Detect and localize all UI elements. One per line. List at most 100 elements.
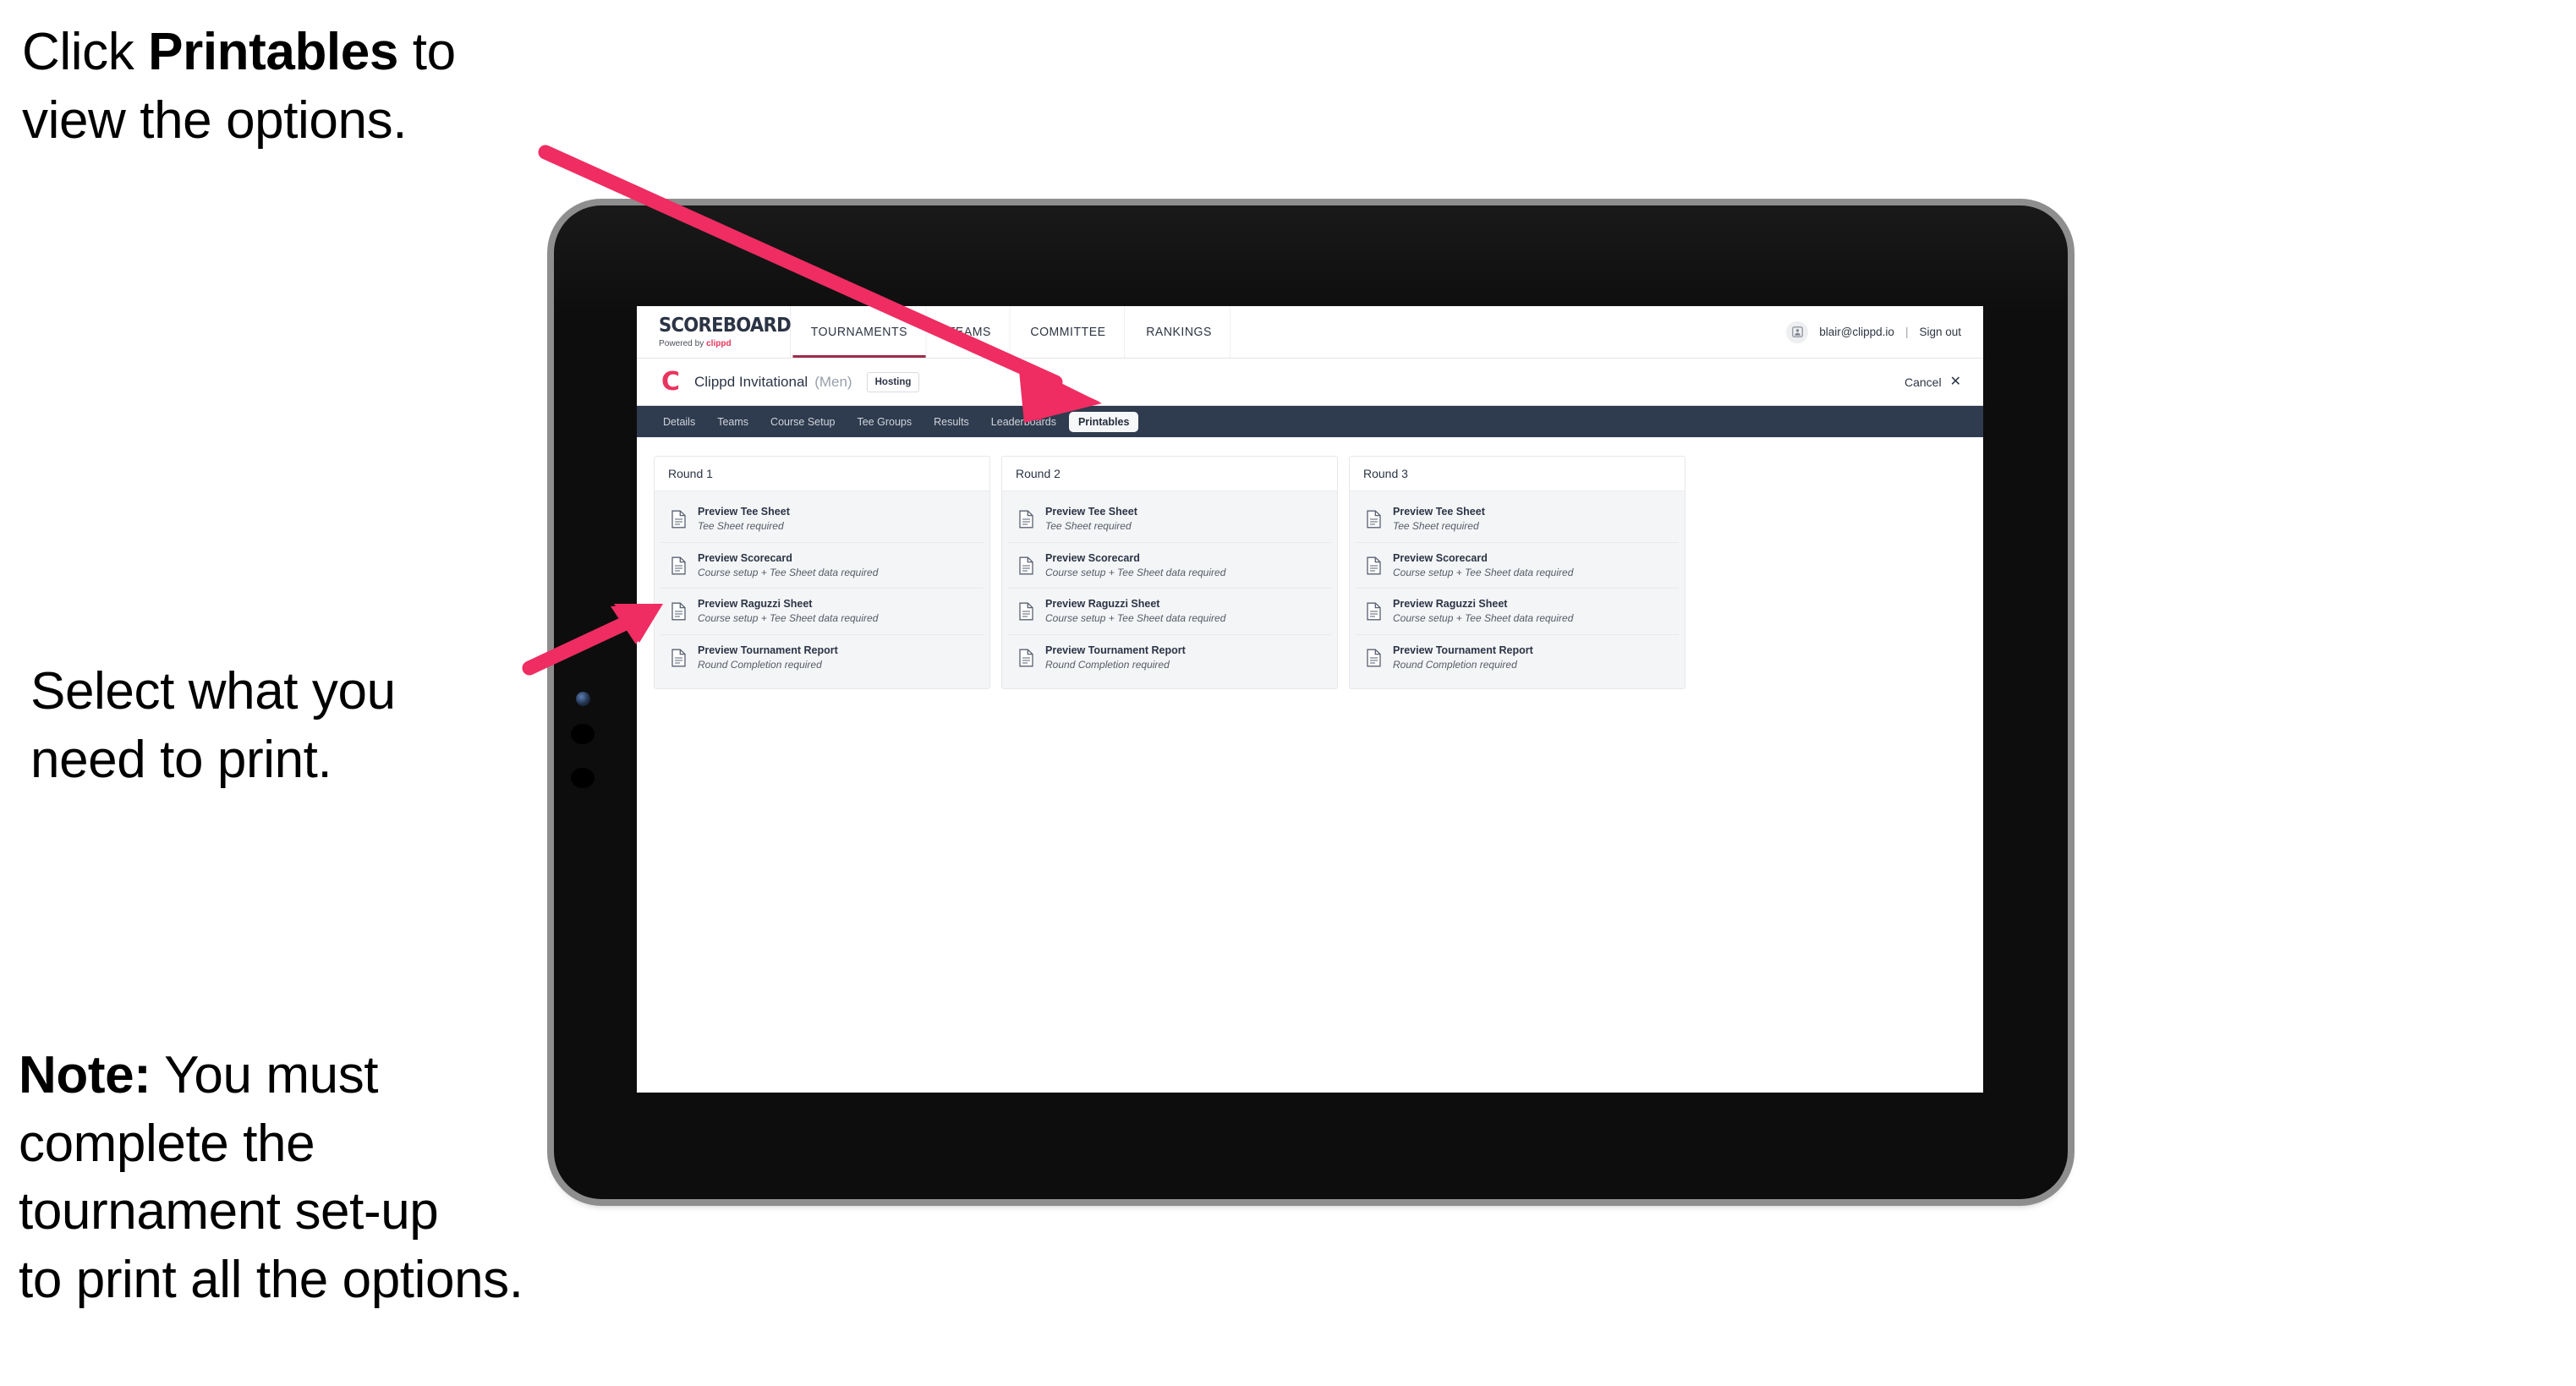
document-icon: [671, 556, 687, 575]
document-requirement: Round Completion required: [698, 658, 822, 671]
user-email-label: blair@clippd.io: [1819, 326, 1894, 338]
annotation-select-what-to-print: Select what you need to print.: [30, 662, 396, 789]
document-row-scorecard[interactable]: Preview Scorecard Course setup + Tee She…: [660, 542, 984, 589]
tab-course-setup[interactable]: Course Setup: [761, 412, 844, 432]
document-row-tee-sheet[interactable]: Preview Tee Sheet Tee Sheet required: [1356, 496, 1679, 543]
tab-leaderboards[interactable]: Leaderboards: [982, 412, 1066, 432]
document-icon: [671, 510, 687, 529]
round-document-list: Preview Tee Sheet Tee Sheet required Pre…: [1002, 491, 1337, 688]
document-title: Preview Scorecard: [698, 551, 792, 564]
nav-item-teams[interactable]: TEAMS: [929, 306, 1011, 358]
brand-tagline: Powered by clippd: [659, 339, 785, 348]
document-title: Preview Raguzzi Sheet: [1393, 598, 1508, 611]
annotation-top-prefix: Click: [22, 23, 149, 81]
screenshot-canvas: Click Printables to view the options. Se…: [0, 0, 2576, 1386]
document-requirement: Tee Sheet required: [698, 519, 784, 532]
round-document-list: Preview Tee Sheet Tee Sheet required Pre…: [655, 491, 989, 688]
document-requirement: Round Completion required: [1045, 658, 1170, 671]
user-avatar-icon[interactable]: [1786, 320, 1809, 343]
document-row-raguzzi-sheet[interactable]: Preview Raguzzi Sheet Course setup + Tee…: [660, 589, 984, 636]
tab-results[interactable]: Results: [924, 412, 978, 432]
clippd-logo-icon: C: [660, 366, 681, 397]
tournament-subheader: C Clippd Invitational (Men) Hosting Canc…: [637, 359, 1983, 406]
document-title: Preview Tournament Report: [698, 644, 838, 657]
primary-navigation: TOURNAMENTS TEAMS COMMITTEE RANKINGS: [791, 306, 1233, 358]
document-requirement: Course setup + Tee Sheet data required: [1393, 566, 1574, 578]
document-title: Preview Scorecard: [1393, 551, 1488, 564]
document-row-tournament-report[interactable]: Preview Tournament Report Round Completi…: [660, 635, 984, 681]
document-icon: [1018, 510, 1034, 529]
tournament-tabs: Details Teams Course Setup Tee Groups Re…: [637, 406, 1983, 437]
nav-item-committee[interactable]: COMMITTEE: [1013, 306, 1126, 358]
printables-board: Round 1 Preview Tee Sheet Tee Sheet requ…: [637, 437, 1983, 689]
tournament-name: Clippd Invitational: [694, 373, 808, 390]
document-icon: [1366, 649, 1382, 667]
annotation-click-printables: Click Printables to view the options.: [22, 19, 580, 155]
brand-tagline-prefix: Powered by: [659, 337, 707, 348]
document-title: Preview Tournament Report: [1393, 644, 1533, 657]
document-icon: [1018, 649, 1034, 667]
document-row-tournament-report[interactable]: Preview Tournament Report Round Completi…: [1008, 635, 1331, 681]
document-title: Preview Tee Sheet: [1393, 506, 1485, 518]
device-button-upper: [571, 724, 595, 744]
document-title: Preview Tee Sheet: [698, 506, 790, 518]
document-row-tournament-report[interactable]: Preview Tournament Report Round Completi…: [1356, 635, 1679, 681]
annotation-top-bold: Printables: [148, 23, 398, 81]
document-requirement: Course setup + Tee Sheet data required: [1393, 612, 1574, 625]
document-title: Preview Tee Sheet: [1045, 506, 1137, 518]
document-title: Preview Tournament Report: [1045, 644, 1186, 657]
document-requirement: Course setup + Tee Sheet data required: [1045, 566, 1226, 578]
cancel-label: Cancel: [1905, 375, 1942, 389]
annotation-note-bold: Note:: [19, 1046, 151, 1104]
document-icon: [671, 649, 687, 667]
document-icon: [1366, 602, 1382, 621]
document-row-raguzzi-sheet[interactable]: Preview Raguzzi Sheet Course setup + Tee…: [1008, 589, 1331, 636]
tab-details[interactable]: Details: [654, 412, 704, 432]
tournament-gender: (Men): [814, 373, 852, 390]
tab-teams[interactable]: Teams: [708, 412, 758, 432]
document-icon: [671, 602, 687, 621]
document-icon: [1366, 510, 1382, 529]
nav-item-tournaments[interactable]: TOURNAMENTS: [792, 306, 927, 358]
document-requirement: Tee Sheet required: [1393, 519, 1479, 532]
document-row-tee-sheet[interactable]: Preview Tee Sheet Tee Sheet required: [660, 496, 984, 543]
nav-item-rankings[interactable]: RANKINGS: [1128, 306, 1231, 358]
brand-logo[interactable]: SCOREBOARD Powered by clippd: [637, 306, 792, 358]
document-requirement: Tee Sheet required: [1045, 519, 1132, 532]
hosting-badge: Hosting: [866, 371, 920, 392]
brand-tagline-clippd: clippd: [706, 337, 732, 348]
device-button-lower: [571, 768, 595, 788]
document-requirement: Course setup + Tee Sheet data required: [698, 566, 879, 578]
document-row-scorecard[interactable]: Preview Scorecard Course setup + Tee She…: [1008, 542, 1331, 589]
round-column-1: Round 1 Preview Tee Sheet Tee Sheet requ…: [654, 456, 990, 689]
app-header: SCOREBOARD Powered by clippd TOURNAMENTS…: [637, 306, 1983, 359]
document-icon: [1018, 556, 1034, 575]
document-row-raguzzi-sheet[interactable]: Preview Raguzzi Sheet Course setup + Tee…: [1356, 589, 1679, 636]
app-screen: SCOREBOARD Powered by clippd TOURNAMENTS…: [637, 306, 1983, 1093]
brand-wordmark: SCOREBOARD: [659, 314, 792, 337]
front-camera-icon: [576, 692, 590, 706]
round-document-list: Preview Tee Sheet Tee Sheet required Pre…: [1350, 491, 1685, 688]
document-row-scorecard[interactable]: Preview Scorecard Course setup + Tee She…: [1356, 542, 1679, 589]
round-title: Round 1: [655, 457, 989, 491]
document-row-tee-sheet[interactable]: Preview Tee Sheet Tee Sheet required: [1008, 496, 1331, 543]
document-requirement: Course setup + Tee Sheet data required: [1045, 612, 1226, 625]
round-title: Round 3: [1350, 457, 1685, 491]
tab-printables[interactable]: Printables: [1068, 411, 1139, 432]
document-title: Preview Scorecard: [1045, 551, 1140, 564]
round-title: Round 2: [1002, 457, 1337, 491]
document-icon: [1366, 556, 1382, 575]
tab-tee-groups[interactable]: Tee Groups: [847, 412, 921, 432]
round-column-2: Round 2 Preview Tee Sheet Tee Sheet requ…: [1001, 456, 1338, 689]
document-title: Preview Raguzzi Sheet: [1045, 598, 1160, 611]
cancel-button[interactable]: Cancel ✕: [1905, 375, 1961, 389]
account-separator: |: [1905, 326, 1909, 338]
close-icon: ✕: [1949, 374, 1961, 389]
round-column-3: Round 3 Preview Tee Sheet Tee Sheet requ…: [1349, 456, 1685, 689]
document-title: Preview Raguzzi Sheet: [698, 598, 813, 611]
document-requirement: Course setup + Tee Sheet data required: [698, 612, 879, 625]
document-requirement: Round Completion required: [1393, 658, 1517, 671]
sign-out-link[interactable]: Sign out: [1919, 326, 1961, 338]
account-area: blair@clippd.io | Sign out: [1786, 306, 1983, 358]
document-icon: [1018, 602, 1034, 621]
